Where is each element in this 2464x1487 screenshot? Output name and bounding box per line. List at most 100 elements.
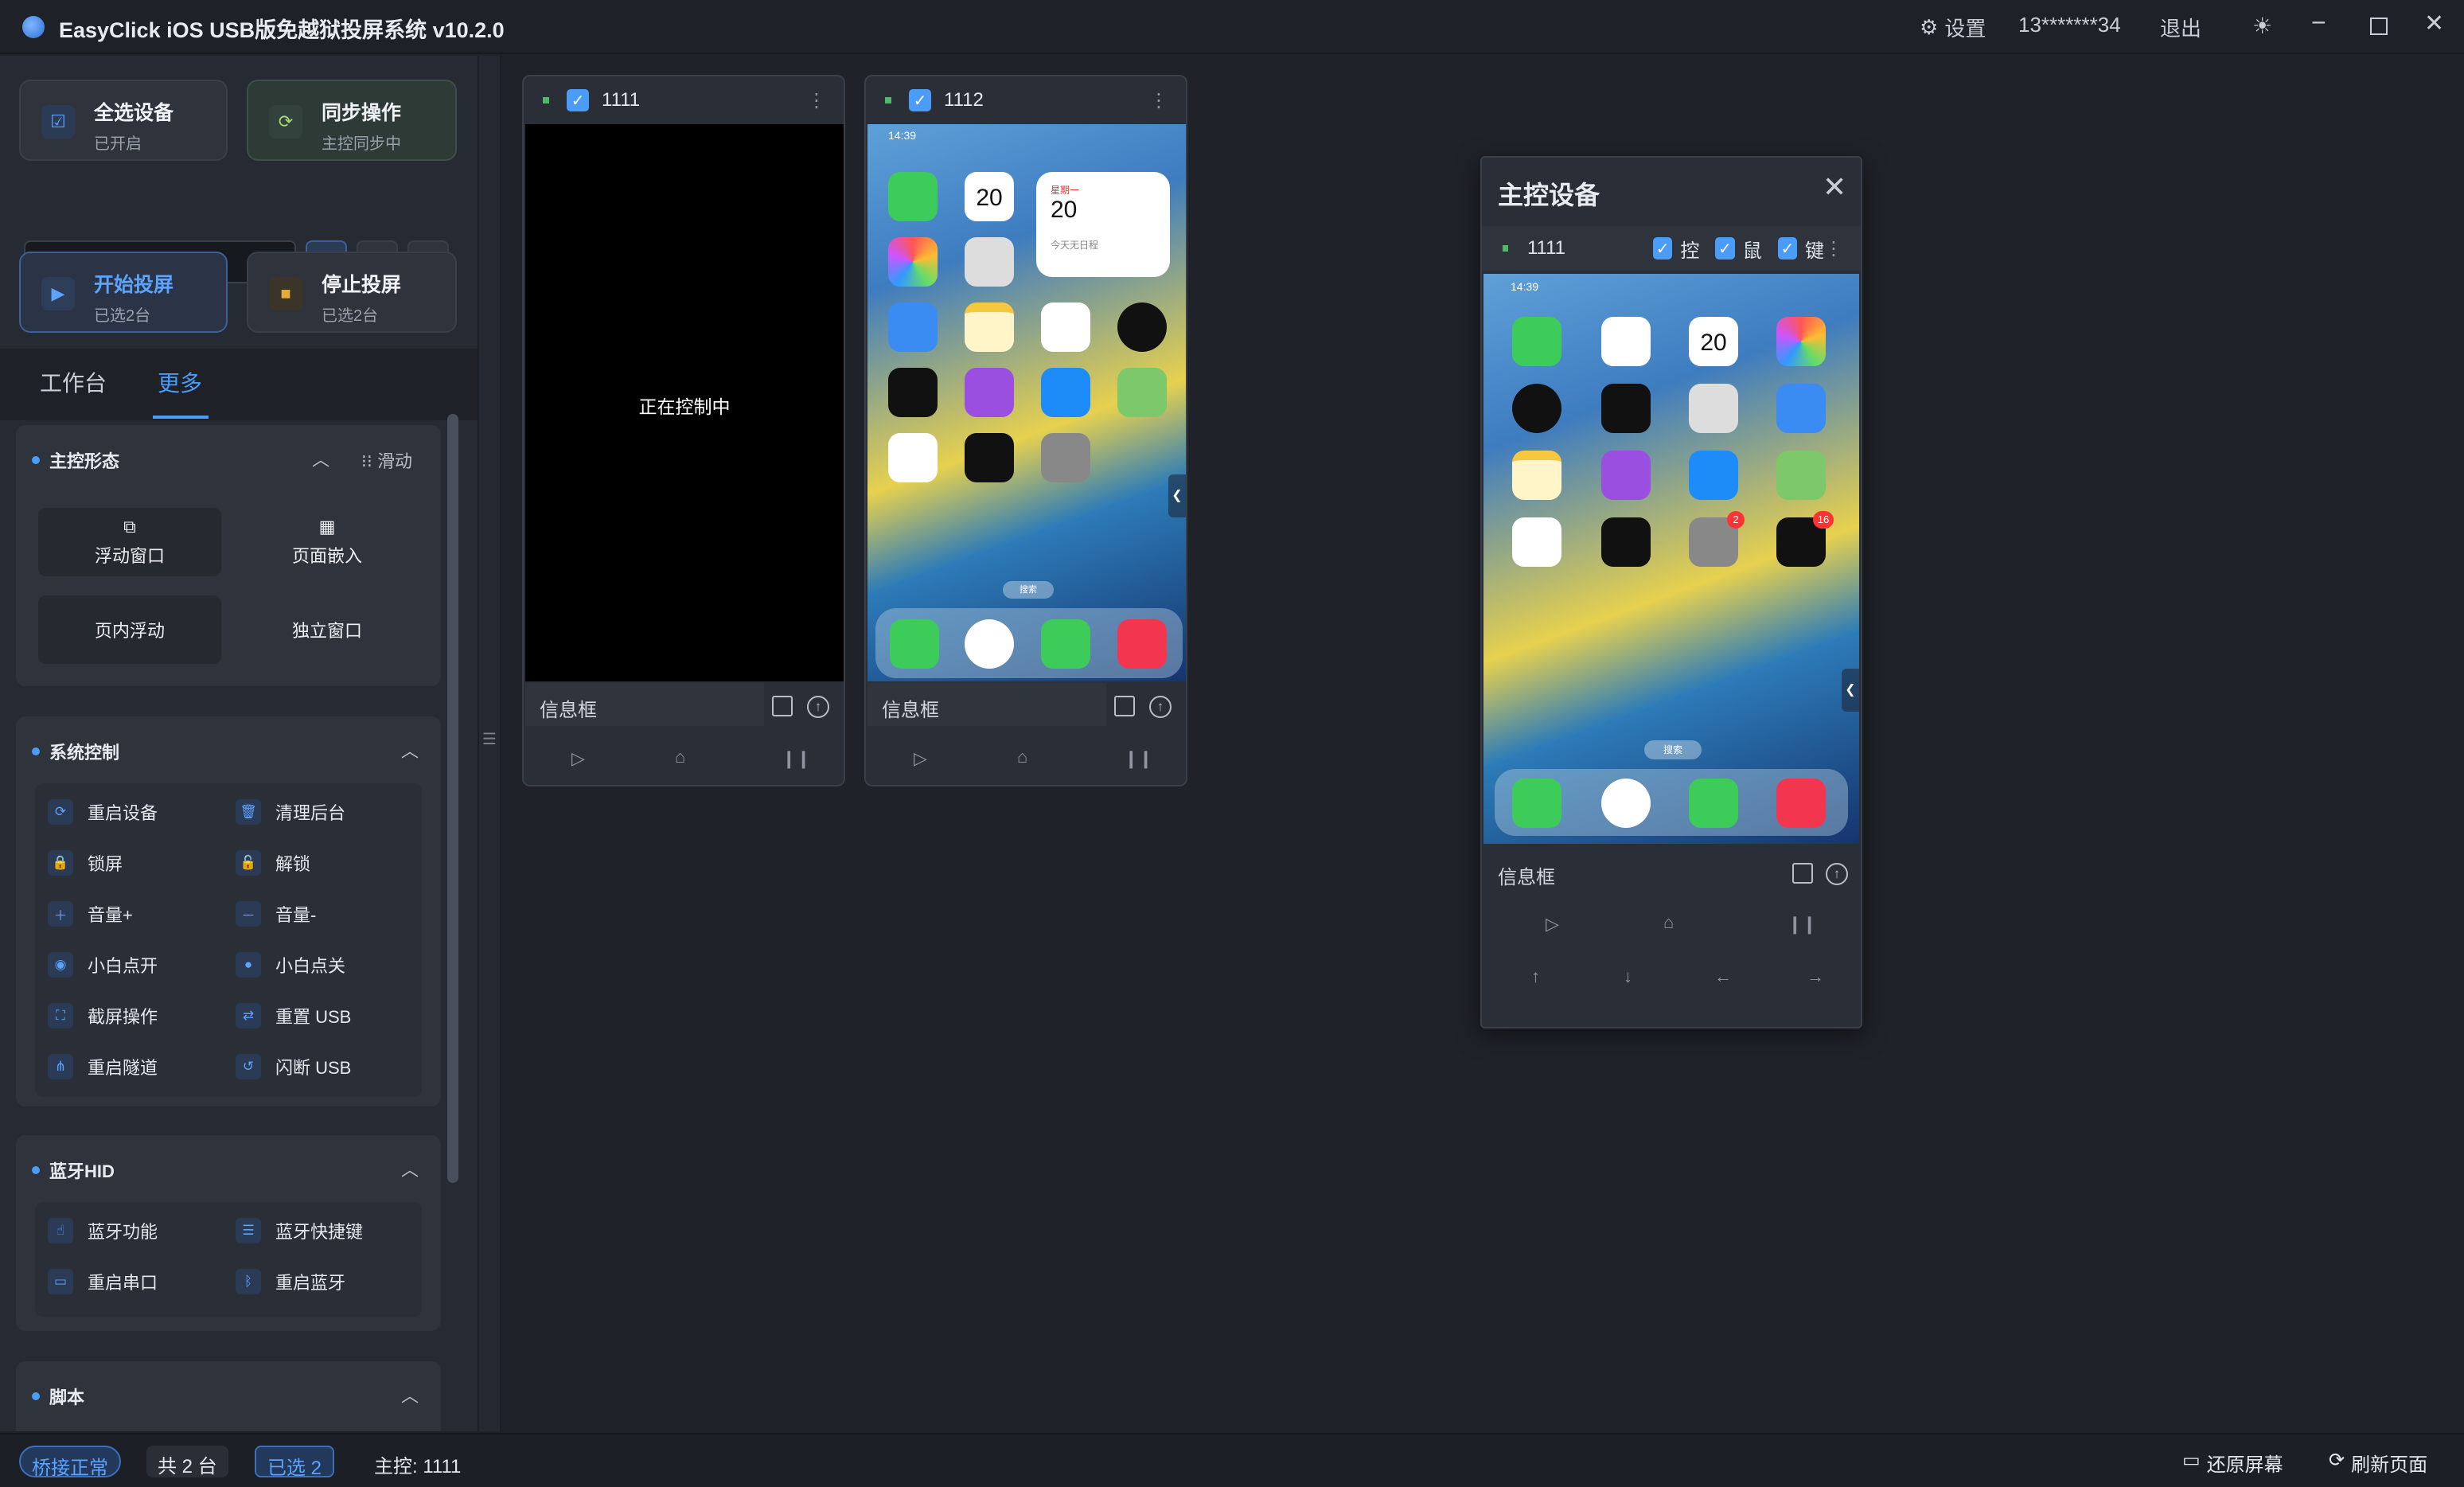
sidebar-scrollbar[interactable] <box>447 414 458 1183</box>
calendar-widget[interactable]: 星期一 20 今天无日程 <box>1036 172 1170 277</box>
square-checkbox[interactable] <box>1792 863 1813 884</box>
chevron-up-icon[interactable]: ︿ <box>401 1156 419 1181</box>
unlock-button[interactable]: 🔓 解锁 <box>236 850 310 876</box>
device-card-1111[interactable]: ✓ 1111 ⋮ 正在控制中 信息框 ↑ ▷ ⌂ ❙❙ <box>522 75 845 786</box>
safari-app-icon[interactable] <box>1601 779 1651 828</box>
play-icon[interactable]: ▷ <box>1546 914 1559 935</box>
clock-app-icon[interactable] <box>1117 302 1167 352</box>
home-icon[interactable]: ⌂ <box>1663 912 1674 933</box>
square-checkbox[interactable] <box>772 696 793 716</box>
page-embed-option[interactable]: ▦ 页面嵌入 <box>236 508 419 576</box>
spotlight-search-pill[interactable]: 搜索 <box>1644 740 1702 759</box>
master-control-window[interactable]: 主控设备 ✕ 1111 ✓ 控 ✓ 鼠 ✓ 键 ⋮ 14:39 20 2 16 … <box>1480 156 1862 1028</box>
play-icon[interactable]: ▷ <box>571 748 585 769</box>
wallet-app-icon[interactable] <box>1601 517 1651 567</box>
restore-screen-button[interactable]: ▭ 还原屏幕 <box>2182 1449 2283 1477</box>
logout-button[interactable]: 退出 <box>2160 13 2201 42</box>
restart-tunnel-button[interactable]: ⋔ 重启隧道 <box>48 1054 158 1079</box>
appstore-app-icon[interactable] <box>1041 368 1090 417</box>
volume-down-button[interactable]: －音量- <box>236 901 316 927</box>
pause-icon[interactable]: ❙❙ <box>1788 914 1817 935</box>
refresh-page-button[interactable]: ⟳ 刷新页面 <box>2329 1449 2427 1477</box>
restart-device-button[interactable]: ⟳ 重启设备 <box>48 799 158 825</box>
health-app-icon[interactable] <box>1512 517 1561 567</box>
slide-toggle[interactable]: ⁝⁝ 滑动 <box>361 447 412 473</box>
calendar-app-icon[interactable]: 20 <box>1689 317 1738 366</box>
arrow-down-icon[interactable]: ↓ <box>1624 966 1632 987</box>
camera-app-icon[interactable] <box>1689 384 1738 433</box>
more-icon[interactable]: ⋮ <box>807 89 826 112</box>
pause-icon[interactable]: ❙❙ <box>1124 748 1153 769</box>
appstore-app-icon[interactable] <box>1689 451 1738 500</box>
keyboard-checkbox[interactable]: ✓ <box>1777 237 1797 260</box>
health-app-icon[interactable] <box>888 433 938 482</box>
maps-app-icon[interactable] <box>1776 451 1826 500</box>
photos-app-icon[interactable] <box>1776 317 1826 366</box>
phone-app-icon[interactable] <box>1512 779 1561 828</box>
chevron-up-icon[interactable]: ︿ <box>401 737 419 763</box>
upload-icon[interactable]: ↑ <box>1826 863 1848 885</box>
more-icon[interactable]: ⋮ <box>1824 237 1843 260</box>
phone-app-icon[interactable] <box>890 619 939 669</box>
master-device-screen[interactable]: 14:39 20 2 16 搜索 ❮ <box>1483 274 1859 844</box>
notes-app-icon[interactable] <box>1512 451 1561 500</box>
in-page-float-option[interactable]: 页内浮动 <box>38 595 221 664</box>
restart-bluetooth-button[interactable]: ᛒ 重启蓝牙 <box>236 1269 345 1294</box>
podcasts-app-icon[interactable] <box>1601 451 1651 500</box>
messages-app-icon[interactable] <box>1689 779 1738 828</box>
device-screen[interactable]: 14:39 20 星期一 20 今天无日程 搜索 ❮ <box>867 124 1186 681</box>
bluetooth-function-button[interactable]: ☝ 蓝牙功能 <box>48 1218 158 1243</box>
close-icon[interactable]: ✕ <box>1823 170 1846 204</box>
float-window-option[interactable]: ⧉ 浮动窗口 <box>38 508 221 576</box>
arrow-left-icon[interactable]: ← <box>1714 966 1732 987</box>
arrow-up-icon[interactable]: ↑ <box>1531 966 1540 987</box>
minimize-button[interactable]: − <box>2311 8 2326 37</box>
messages-app-icon[interactable] <box>1041 619 1090 669</box>
spotlight-search-pill[interactable]: 搜索 <box>1003 581 1054 599</box>
reminders-app-icon[interactable] <box>1041 302 1090 352</box>
clear-background-button[interactable]: 🗑 清理后台 <box>236 799 345 825</box>
notes-app-icon[interactable] <box>965 302 1014 352</box>
reset-usb-button[interactable]: ⇄ 重置 USB <box>236 1003 351 1028</box>
wallet-app-icon[interactable] <box>965 433 1014 482</box>
music-app-icon[interactable] <box>1117 619 1167 669</box>
chevron-up-icon[interactable]: ︿ <box>312 446 329 471</box>
pause-icon[interactable]: ❙❙ <box>782 748 811 769</box>
maps-app-icon[interactable] <box>1117 368 1167 417</box>
mail-app-icon[interactable] <box>888 302 938 352</box>
settings-button[interactable]: ⚙ 设置 <box>1920 13 1986 42</box>
arrow-right-icon[interactable]: → <box>1807 966 1824 987</box>
mail-app-icon[interactable] <box>1776 384 1826 433</box>
assistive-touch-on-button[interactable]: ◉ 小白点开 <box>48 952 158 978</box>
device-checkbox[interactable]: ✓ <box>909 89 931 111</box>
device-checkbox[interactable]: ✓ <box>567 89 589 111</box>
tv-app-icon[interactable] <box>888 368 938 417</box>
lock-screen-button[interactable]: 🔒 锁屏 <box>48 850 123 876</box>
tv-app-icon[interactable] <box>1601 384 1651 433</box>
control-checkbox[interactable]: ✓ <box>1653 237 1673 260</box>
clock-app-icon[interactable] <box>1512 384 1561 433</box>
standalone-window-option[interactable]: 独立窗口 <box>236 595 419 664</box>
screenshot-button[interactable]: ⛶ 截屏操作 <box>48 1003 158 1028</box>
splitter-handle[interactable]: ☰ <box>478 56 501 1431</box>
device-screen[interactable]: 正在控制中 <box>525 124 844 681</box>
volume-up-button[interactable]: ＋音量+ <box>48 901 133 927</box>
home-icon[interactable]: ⌂ <box>1017 747 1027 767</box>
play-icon[interactable]: ▷ <box>914 748 927 769</box>
side-collapse-icon[interactable]: ❮ <box>1168 474 1186 517</box>
camera-app-icon[interactable] <box>965 237 1014 287</box>
calendar-app-icon[interactable]: 20 <box>965 172 1014 221</box>
settings-app-icon[interactable] <box>1041 433 1090 482</box>
side-collapse-icon[interactable]: ❮ <box>1842 669 1859 712</box>
maximize-button[interactable] <box>2370 18 2388 35</box>
bluetooth-shortcut-button[interactable]: ☰ 蓝牙快捷键 <box>236 1218 363 1243</box>
podcasts-app-icon[interactable] <box>965 368 1014 417</box>
facetime-app-icon[interactable] <box>1512 317 1561 366</box>
tab-more[interactable]: 更多 <box>158 366 202 398</box>
home-icon[interactable]: ⌂ <box>675 747 685 767</box>
more-icon[interactable]: ⋮ <box>1149 89 1168 112</box>
music-app-icon[interactable] <box>1776 779 1826 828</box>
start-cast-card[interactable]: ▶ 开始投屏 已选2台 <box>19 252 228 333</box>
stop-cast-card[interactable]: ■ 停止投屏 已选2台 <box>247 252 457 333</box>
flash-usb-button[interactable]: ↺ 闪断 USB <box>236 1054 351 1079</box>
